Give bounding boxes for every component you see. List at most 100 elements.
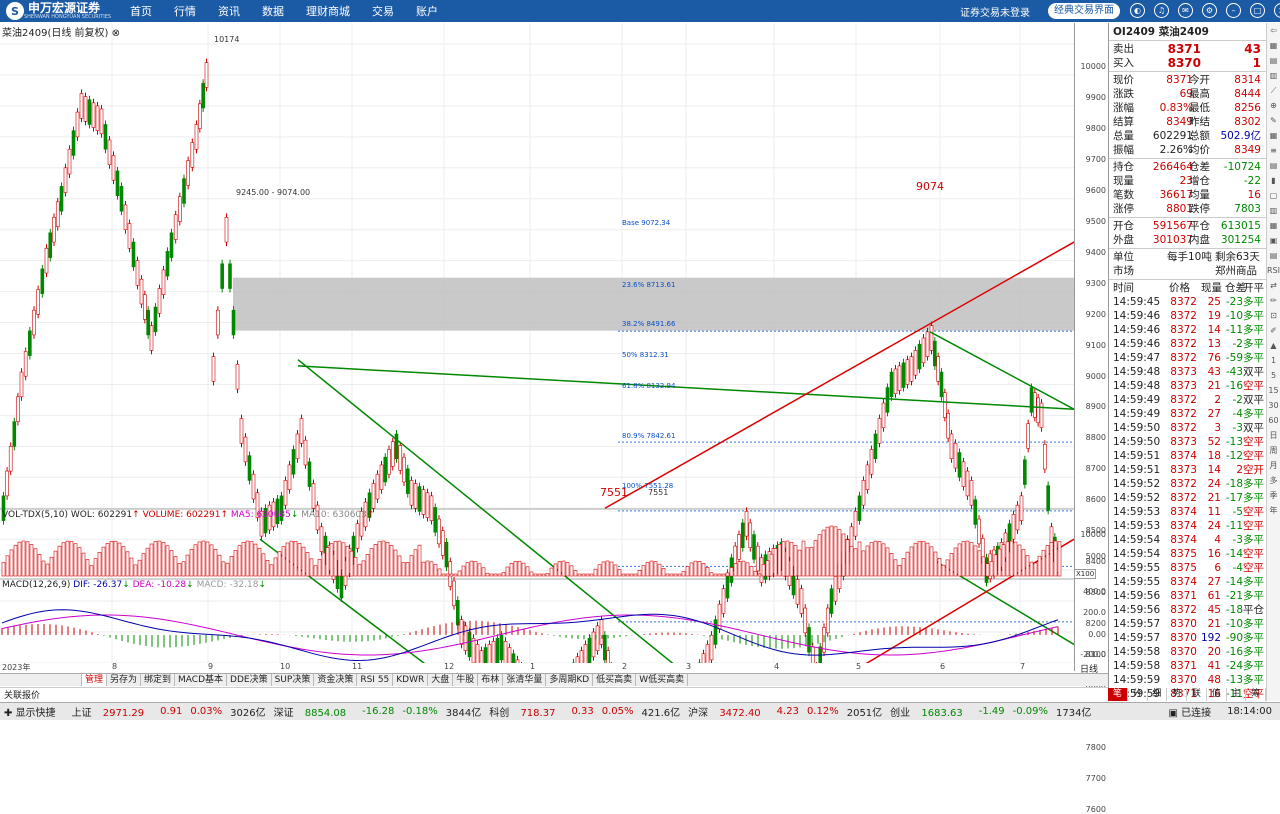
grid3-icon[interactable]: ▦ — [1267, 218, 1280, 233]
quote-row[interactable]: 现价 8371 今开 8314 — [1109, 73, 1267, 87]
tick-row[interactable]: 14:59:58 8370 20 -16 多平 — [1109, 645, 1267, 659]
logo[interactable]: S 申万宏源证券 SHENWAN HONGYUAN SECURITIES — [6, 2, 111, 20]
period-year[interactable]: 年 — [1267, 503, 1280, 518]
bid-row[interactable]: 买入 8370 1 — [1109, 56, 1267, 70]
tick-row[interactable]: 14:59:49 8372 27 -4 多平 — [1109, 407, 1267, 421]
tick-row[interactable]: 14:59:48 8373 21 -16 空平 — [1109, 379, 1267, 393]
rsi-button[interactable]: RSI — [1267, 263, 1280, 278]
menu-data[interactable]: 数据 — [262, 3, 284, 19]
period-multi[interactable]: 多 — [1267, 473, 1280, 488]
tab-boll[interactable]: 布林 — [478, 674, 504, 686]
quote-tab[interactable]: 细 — [1148, 688, 1168, 701]
minimize-icon[interactable]: – — [1226, 3, 1241, 18]
quote-row[interactable]: 涨幅 0.83% 最低 8256 — [1109, 101, 1267, 115]
period-1[interactable]: 1 — [1267, 353, 1280, 368]
tick-row[interactable]: 14:59:55 8374 27 -14 多平 — [1109, 575, 1267, 589]
quote-row[interactable]: 振幅 2.26% 均价 8349 — [1109, 143, 1267, 157]
calc-icon[interactable]: ▣ — [1267, 233, 1280, 248]
grid-icon[interactable]: ▦ — [1267, 38, 1280, 53]
quick-toggle[interactable]: ✚ 显示快捷 — [4, 704, 64, 719]
period-season[interactable]: 季 — [1267, 488, 1280, 503]
hs-index[interactable]: 沪深 3472.40 — [688, 704, 769, 719]
maximize-icon[interactable]: □ — [1250, 3, 1265, 18]
tick-row[interactable]: 14:59:46 8372 13 -2 多平 — [1109, 337, 1267, 351]
tick-row[interactable]: 14:59:49 8372 2 -2 双平 — [1109, 393, 1267, 407]
tick-row[interactable]: 14:59:56 8372 45 -18 平仓 — [1109, 603, 1267, 617]
price-chart[interactable] — [0, 23, 1074, 663]
tick-row[interactable]: 14:59:51 8374 18 -12 空平 — [1109, 449, 1267, 463]
quote-tab[interactable]: 分 — [1128, 688, 1148, 701]
connection-status[interactable]: ▣ 已连接 — [1168, 704, 1219, 719]
period-5[interactable]: 5 — [1267, 368, 1280, 383]
tab-macd[interactable]: MACD基本 — [175, 674, 228, 686]
quote-tab[interactable]: 联 — [1187, 688, 1207, 701]
kc-index[interactable]: 科创 718.37 — [489, 704, 563, 719]
close-icon[interactable]: × — [1274, 3, 1280, 18]
menu-account[interactable]: 账户 — [416, 3, 438, 19]
tick-row[interactable]: 14:59:54 8375 16 -14 空平 — [1109, 547, 1267, 561]
settings-icon[interactable]: ⚙ — [1202, 3, 1217, 18]
tick-row[interactable]: 14:59:45 8372 25 -23 多平 — [1109, 295, 1267, 309]
up-icon[interactable]: ▲ — [1267, 338, 1280, 353]
period-week[interactable]: 周 — [1267, 443, 1280, 458]
ask-row[interactable]: 卖出 8371 43 — [1109, 42, 1267, 56]
stat-icon[interactable]: ▤ — [1267, 248, 1280, 263]
tick-row[interactable]: 14:59:59 8370 48 -13 多平 — [1109, 673, 1267, 687]
menu-market[interactable]: 行情 — [174, 3, 196, 19]
quote-tab[interactable]: 主 — [1227, 688, 1247, 701]
sh-index[interactable]: 上证 2971.29 — [72, 704, 153, 719]
tab-dde[interactable]: DDE决策 — [227, 674, 272, 686]
tick-row[interactable]: 14:59:52 8372 24 -18 多平 — [1109, 477, 1267, 491]
tab-save-as[interactable]: 另存为 — [107, 674, 142, 686]
theme-icon[interactable]: ◐ — [1130, 3, 1145, 18]
login-status[interactable]: 证券交易未登录 — [960, 4, 1030, 19]
quote-row[interactable]: 涨跌 69 最高 8444 — [1109, 87, 1267, 101]
period-15[interactable]: 15 — [1267, 383, 1280, 398]
period-day[interactable]: 日 — [1267, 428, 1280, 443]
table-icon[interactable]: ▤ — [1267, 158, 1280, 173]
open-close-row[interactable]: 开仓 591567 平仓 613015 — [1109, 219, 1267, 233]
tick-row[interactable]: 14:59:55 8375 6 -4 空平 — [1109, 561, 1267, 575]
quote-tab[interactable]: 值 — [1207, 688, 1227, 701]
menu-home[interactable]: 首页 — [130, 3, 152, 19]
arrow-left-icon[interactable]: ⇦ — [1267, 23, 1280, 38]
grid2-icon[interactable]: ▦ — [1267, 128, 1280, 143]
tick-row[interactable]: 14:59:53 8374 11 -5 空平 — [1109, 505, 1267, 519]
sz-index[interactable]: 深证 8854.08 — [274, 704, 355, 719]
tick-row[interactable]: 14:59:58 8371 41 -24 多平 — [1109, 659, 1267, 673]
quote-title[interactable]: OI2409 菜油2409 — [1109, 25, 1267, 39]
share-icon[interactable]: ⇄ — [1267, 278, 1280, 293]
position-row[interactable]: 涨停 8801 跌停 7803 — [1109, 202, 1267, 216]
tick-row[interactable]: 14:59:46 8372 14 -11 多平 — [1109, 323, 1267, 337]
tab-market[interactable]: 大盘 — [428, 674, 454, 686]
position-row[interactable]: 现量 23 增仓 -22 — [1109, 174, 1267, 188]
tab-manage[interactable]: 管理 — [82, 674, 108, 686]
candle-icon[interactable]: ▮ — [1267, 173, 1280, 188]
tick-row[interactable]: 14:59:51 8373 14 2 空开 — [1109, 463, 1267, 477]
pen-icon[interactable]: ✏ — [1267, 293, 1280, 308]
period-month[interactable]: 月 — [1267, 458, 1280, 473]
tab-bind[interactable]: 绑定到 — [141, 674, 176, 686]
tab-lowbuy[interactable]: 低买高卖 — [593, 674, 637, 686]
tab-kd[interactable]: 多周期KD — [546, 674, 594, 686]
zoom-icon[interactable]: ⊕ — [1267, 98, 1280, 113]
tick-row[interactable]: 14:59:50 8372 3 -3 双平 — [1109, 421, 1267, 435]
period-60[interactable]: 60 — [1267, 413, 1280, 428]
unit-row[interactable]: 单位 每手10吨 剩余63天 — [1109, 250, 1267, 264]
tick-row[interactable]: 14:59:47 8372 76 -59 多平 — [1109, 351, 1267, 365]
tab-kdwr[interactable]: KDWR — [393, 674, 429, 686]
quote-row[interactable]: 总量 602291 总额 502.9亿 — [1109, 129, 1267, 143]
period-30[interactable]: 30 — [1267, 398, 1280, 413]
related-quote-tab[interactable]: 关联报价 — [0, 687, 1108, 701]
bar-icon[interactable]: ▥ — [1267, 68, 1280, 83]
tab-bull[interactable]: 牛股 — [453, 674, 479, 686]
position-row[interactable]: 持仓 266464 仓差 -10724 — [1109, 160, 1267, 174]
quote-row[interactable]: 结算 8349 昨结 8302 — [1109, 115, 1267, 129]
tab-sup[interactable]: SUP决策 — [272, 674, 315, 686]
vol-icon[interactable]: ▥ — [1267, 203, 1280, 218]
menu-trade[interactable]: 交易 — [372, 3, 394, 19]
box-icon[interactable]: ▢ — [1267, 188, 1280, 203]
tick-row[interactable]: 14:59:46 8372 19 -10 多平 — [1109, 309, 1267, 323]
position-row[interactable]: 笔数 36617 均量 16 — [1109, 188, 1267, 202]
tick-row[interactable]: 14:59:53 8374 24 -11 空平 — [1109, 519, 1267, 533]
